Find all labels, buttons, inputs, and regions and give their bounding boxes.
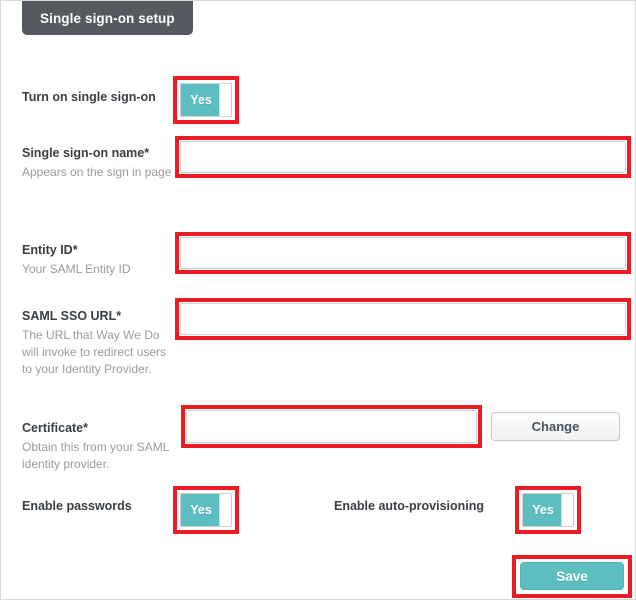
tab-label: Single sign-on setup	[40, 10, 175, 26]
label-text: SAML SSO URL*	[22, 309, 122, 323]
toggle-on-label: Yes	[523, 494, 563, 526]
label-sso-name: Single sign-on name* Appears on the sign…	[22, 145, 172, 181]
toggle-enable-auto-provisioning[interactable]: Yes	[522, 493, 574, 527]
toggle-knob[interactable]	[219, 494, 231, 526]
label-certificate: Certificate* Obtain this from your SAML …	[22, 420, 172, 473]
toggle-on-label: Yes	[181, 84, 221, 116]
label-help-text: The URL that Way We Do will invoke to re…	[22, 328, 167, 376]
toggle-knob[interactable]	[219, 84, 231, 116]
input-sso-name[interactable]	[180, 141, 626, 173]
label-text: Entity ID*	[22, 243, 78, 257]
label-text: Enable auto-provisioning	[334, 499, 485, 513]
label-enable-passwords: Enable passwords	[22, 498, 182, 515]
label-help-text: Appears on the sign in page	[22, 165, 172, 179]
tab-single-sign-on-setup[interactable]: Single sign-on setup	[22, 1, 193, 35]
toggle-on-label: Yes	[181, 494, 221, 526]
toggle-knob[interactable]	[561, 494, 573, 526]
label-saml-sso-url: SAML SSO URL* The URL that Way We Do wil…	[22, 308, 172, 378]
label-text: Turn on single sign-on	[22, 90, 156, 104]
label-text: Single sign-on name*	[22, 146, 150, 160]
save-button-label: Save	[556, 568, 588, 584]
label-help-text: Obtain this from your SAML identity prov…	[22, 440, 169, 471]
change-certificate-button[interactable]: Change	[491, 412, 620, 441]
label-text: Enable passwords	[22, 499, 132, 513]
sso-setup-page: Single sign-on setup Turn on single sign…	[0, 0, 636, 600]
input-certificate[interactable]	[186, 410, 477, 443]
label-text: Certificate*	[22, 421, 88, 435]
toggle-enable-passwords[interactable]: Yes	[180, 493, 232, 527]
change-button-label: Change	[531, 419, 580, 434]
label-help-text: Your SAML Entity ID	[22, 262, 131, 276]
toggle-turn-on-sso[interactable]: Yes	[180, 83, 232, 117]
input-saml-sso-url[interactable]	[180, 303, 626, 335]
input-entity-id[interactable]	[180, 237, 626, 269]
label-turn-on-sso: Turn on single sign-on	[22, 89, 172, 106]
label-enable-auto-provisioning: Enable auto-provisioning	[334, 498, 524, 515]
label-entity-id: Entity ID* Your SAML Entity ID	[22, 242, 172, 278]
save-button[interactable]: Save	[520, 562, 624, 590]
